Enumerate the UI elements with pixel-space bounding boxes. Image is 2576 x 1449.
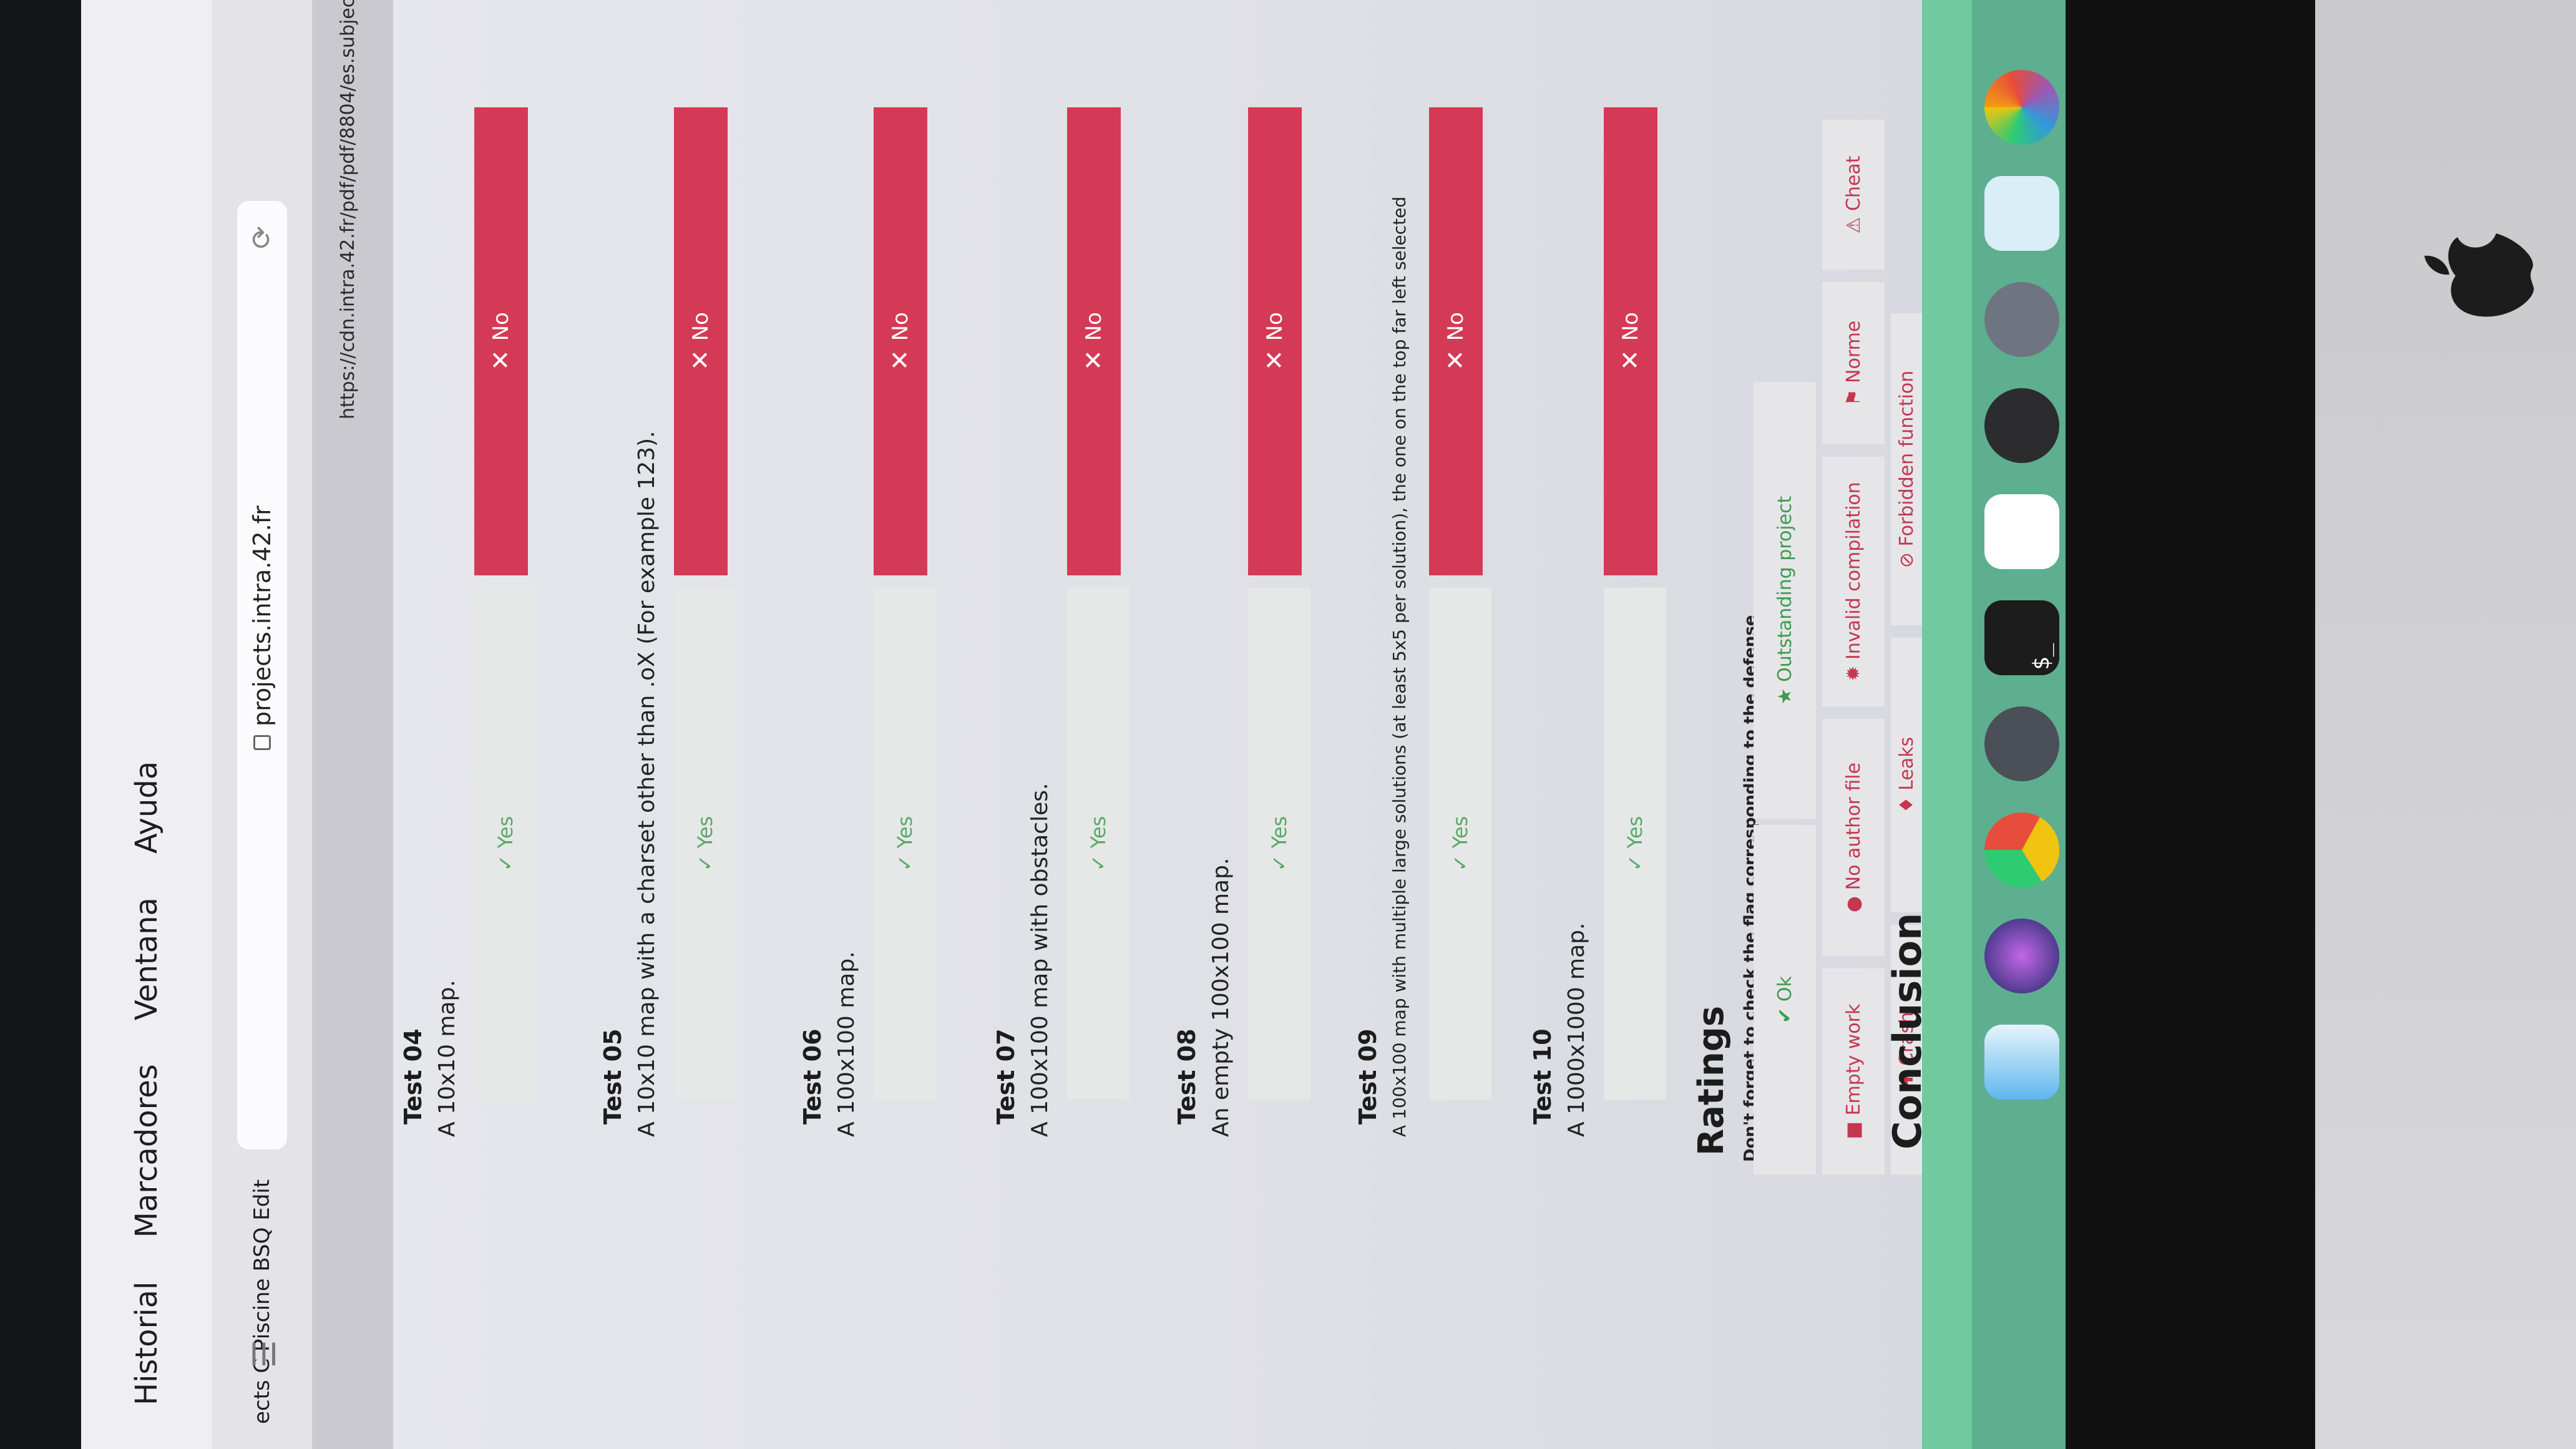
finder-icon[interactable] — [1984, 1025, 2059, 1100]
test-title: Test 04 — [399, 1028, 427, 1125]
test-title: Test 05 — [599, 1028, 627, 1125]
test-title: Test 10 — [1529, 1028, 1556, 1125]
x-icon: ✕ — [1616, 349, 1645, 371]
yes-button[interactable]: ✓ Yes — [874, 588, 936, 1100]
flag-ok[interactable]: ✔ Ok — [1754, 825, 1816, 1174]
yes-button[interactable]: ✓ Yes — [1067, 588, 1129, 1100]
x-icon: ✕ — [487, 349, 515, 371]
no-button[interactable]: ✕ No — [874, 107, 927, 575]
monitor-bezel — [2066, 0, 2315, 1449]
flag-icon: ⚑ — [1842, 383, 1865, 406]
check-icon: ✓ — [893, 848, 917, 872]
test-title: Test 09 — [1354, 1028, 1382, 1125]
no-button[interactable]: ✕ No — [1429, 107, 1483, 575]
menu-ayuda[interactable]: Ayuda — [129, 761, 164, 854]
yes-button[interactable]: ✓ Yes — [474, 588, 537, 1100]
star-icon: ★ — [1773, 681, 1796, 705]
flag-norme[interactable]: ⚑ Norme — [1822, 282, 1885, 444]
yes-button[interactable]: ✓ Yes — [674, 588, 736, 1100]
ratings-title: Ratings — [1691, 1005, 1732, 1156]
slack-icon[interactable] — [1984, 494, 2059, 569]
test-title: Test 06 — [799, 1028, 826, 1125]
check-icon: ✓ — [1448, 848, 1472, 872]
x-icon: ✕ — [886, 349, 915, 371]
square-icon: ■ — [1842, 1115, 1865, 1139]
x-icon: ✕ — [1261, 349, 1289, 371]
photos-icon[interactable] — [1984, 70, 2059, 145]
no-button[interactable]: ✕ No — [1067, 107, 1121, 575]
flag-leaks[interactable]: ♦ Leaks — [1891, 638, 1922, 912]
menu-bar: Historial Marcadores Ventana Ayuda — [81, 0, 212, 1449]
no-button[interactable]: ✕ No — [1604, 107, 1657, 575]
yes-button[interactable]: ✓ Yes — [1429, 588, 1491, 1100]
test-description: A 100x100 map with multiple large soluti… — [1389, 196, 1410, 1137]
apple-logo-icon — [2424, 233, 2534, 317]
siri-icon[interactable] — [1984, 919, 2059, 993]
flag-invalid-compilation[interactable]: ✹ Invalid compilation — [1822, 457, 1885, 706]
flag-outstanding[interactable]: ★ Outstanding project — [1754, 382, 1816, 819]
terminal-icon[interactable]: $_ — [1984, 600, 2059, 675]
no-button[interactable]: ✕ No — [474, 107, 528, 575]
address-bar[interactable]: projects.intra.42.fr ⟳ — [237, 201, 287, 1149]
yes-button[interactable]: ✓ Yes — [1604, 588, 1666, 1100]
dot-icon: ● — [1842, 890, 1865, 913]
test-title: Test 08 — [1173, 1028, 1201, 1125]
browser-window: ects C Piscine BSQ Edit projects.intra.4… — [212, 0, 1930, 1449]
gear-icon: ✹ — [1842, 660, 1865, 681]
url-text: projects.intra.42.fr — [248, 505, 276, 726]
pdf-content: Test 04 A 10x10 map. ✓ Yes ✕ No Test 05 A… — [393, 0, 1922, 1449]
test-description: A 10x10 map. — [434, 980, 460, 1137]
flag-cheat[interactable]: ⚠ Cheat — [1822, 120, 1885, 270]
check-icon: ✓ — [1623, 848, 1647, 872]
check-icon: ✓ — [1086, 848, 1110, 872]
test-description: A 1000x1000 map. — [1564, 922, 1589, 1137]
test-description: A 100x100 map. — [834, 951, 859, 1137]
yes-button[interactable]: ✓ Yes — [1248, 588, 1310, 1100]
menu-ventana[interactable]: Ventana — [129, 897, 164, 1020]
system-preferences-icon[interactable] — [1984, 282, 2059, 357]
tab-title[interactable]: ects C Piscine BSQ Edit — [250, 1162, 275, 1449]
x-icon: ✕ — [1442, 349, 1470, 371]
monitor-chin — [2315, 0, 2576, 1449]
no-button[interactable]: ✕ No — [1248, 107, 1302, 575]
flags-area: ✔ Ok ★ Outstanding project ■ Empty work … — [1754, 0, 1922, 1449]
reload-icon[interactable]: ⟳ — [246, 226, 278, 249]
app-store-icon[interactable] — [1984, 388, 2059, 463]
conclusion-heading: Conclusion — [1885, 912, 1930, 1149]
flag-forbidden[interactable]: ⊘ Forbidden function — [1891, 313, 1922, 625]
lock-icon — [253, 735, 271, 750]
warning-icon: ⚠ — [1842, 211, 1865, 234]
check-icon: ✓ — [494, 848, 517, 872]
forbidden-icon: ⊘ — [1895, 546, 1918, 568]
check-icon: ✓ — [693, 848, 717, 872]
pdf-url[interactable]: https://cdn.intra.42.fr/pdf/pdf/8804/es.… — [337, 0, 359, 419]
test-description: A 10x10 map with a charset other than .o… — [634, 431, 660, 1137]
test-description: A 100x100 map with obstacles. — [1027, 783, 1053, 1137]
x-icon: ✕ — [686, 349, 715, 371]
x-icon: ✕ — [1080, 349, 1108, 371]
launchpad-icon[interactable] — [1984, 706, 2059, 781]
flag-no-author[interactable]: ● No author file — [1822, 719, 1885, 956]
check-icon: ✓ — [1267, 848, 1291, 872]
maps-icon[interactable] — [1984, 176, 2059, 251]
test-title: Test 07 — [992, 1028, 1020, 1125]
menu-historial[interactable]: Historial — [129, 1282, 164, 1405]
menu-marcadores[interactable]: Marcadores — [129, 1064, 164, 1237]
pdf-toolbar: https://cdn.intra.42.fr/pdf/pdf/8804/es.… — [312, 0, 393, 1449]
chrome-icon[interactable] — [1984, 812, 2059, 887]
test-description: An empty 100x100 map. — [1208, 857, 1234, 1137]
screen: Historial Marcadores Ventana Ayuda ects … — [81, 0, 2084, 1449]
flag-empty-work[interactable]: ■ Empty work — [1822, 968, 1885, 1174]
check-icon: ✔ — [1773, 1002, 1796, 1023]
drop-icon: ♦ — [1895, 790, 1918, 814]
sidebar-icon[interactable]: ☰ — [246, 1340, 283, 1368]
no-button[interactable]: ✕ No — [674, 107, 728, 575]
